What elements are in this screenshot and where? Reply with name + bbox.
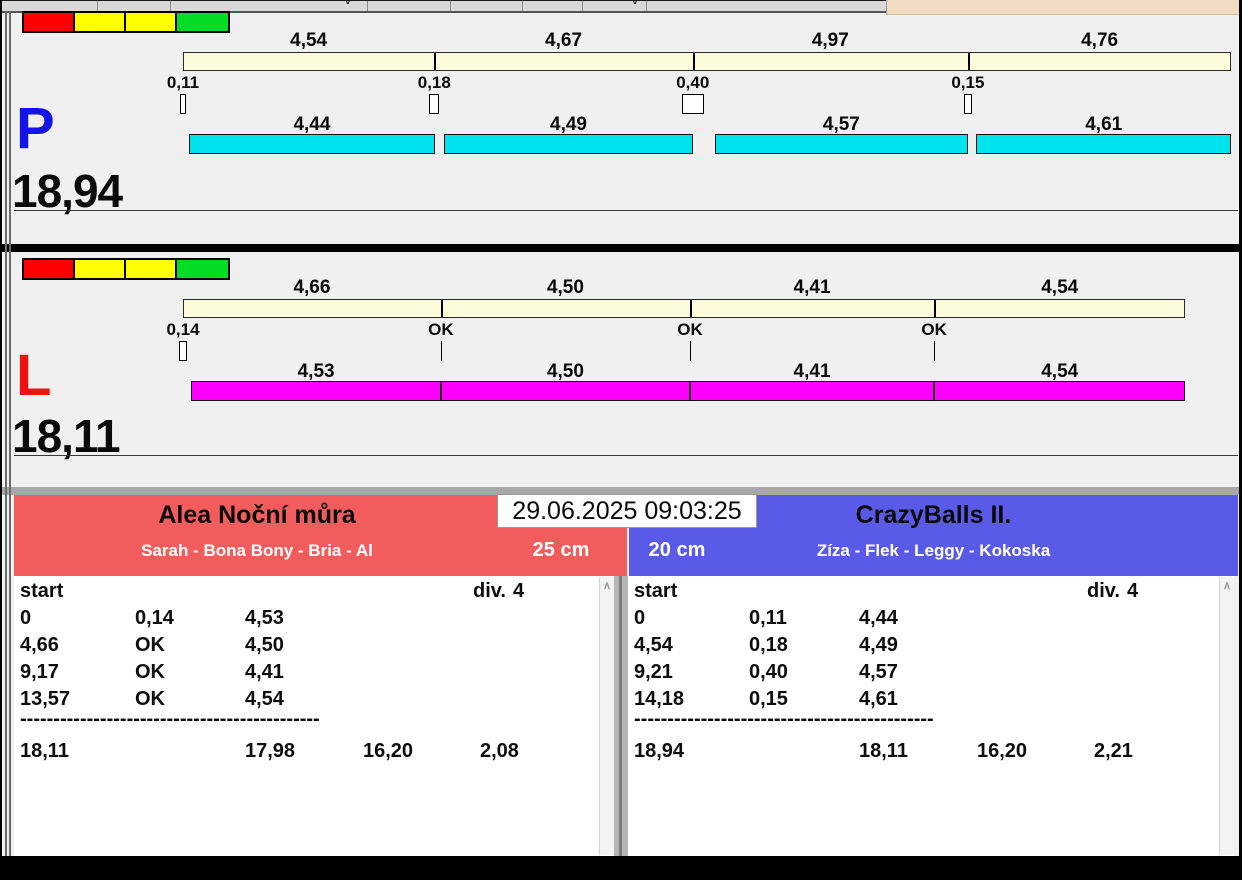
- table-cell: 0: [20, 607, 32, 629]
- table-cell: 4,57: [859, 661, 898, 683]
- bottom-bar: [0, 856, 1242, 880]
- table-row: 4,66 OK 4,50: [14, 632, 614, 659]
- lane-panel-left: L 18,11 4,66 4,50 4,41 4,54 0,14 OK OK OK 4,53 4,…: [0, 0, 1242, 495]
- total-diff: 2,21: [1094, 740, 1133, 762]
- scroll-up-icon[interactable]: ∧: [1220, 579, 1234, 592]
- total-time: 18,11: [20, 740, 69, 762]
- changeover-ok-tick: [690, 341, 691, 361]
- scrollbar[interactable]: ∧: [1219, 577, 1234, 855]
- table-cell: 0: [634, 607, 646, 629]
- scroll-up-icon[interactable]: ∧: [600, 579, 614, 592]
- total-diff: 2,08: [480, 740, 519, 762]
- split-time-label: 4,41: [793, 277, 831, 298]
- scrollbar[interactable]: ∧: [599, 577, 614, 855]
- total-alt-2: 16,20: [977, 740, 1028, 762]
- table-cell: 4,54: [634, 634, 673, 656]
- division-value: 4: [513, 580, 525, 602]
- table-cell: 4,49: [859, 634, 898, 656]
- lane-letter: L: [16, 343, 52, 408]
- changeover-time-label: 0,14: [166, 320, 200, 339]
- dog-time-label: 4,41: [793, 361, 831, 382]
- table-cell: 4,66: [20, 634, 59, 656]
- results-table-left: start div. 4 0 0,14 4,53 4,66 OK 4,50 9,17 OK 4,…: [14, 576, 614, 856]
- table-row: 0 0,11 4,44: [628, 605, 1234, 632]
- lane-total-time: 18,11: [12, 410, 121, 462]
- table-cell: 9,17: [20, 661, 59, 683]
- window-border: [0, 0, 2, 880]
- split-bar: [183, 299, 1186, 318]
- dog-time-bar: [440, 381, 690, 401]
- results-table-right: start div. 4 0 0,11 4,44 4,54 0,18 4,49 9,21 0,…: [628, 576, 1234, 856]
- dog-time-label: 4,50: [546, 361, 584, 382]
- split-time-label: 4,50: [546, 277, 584, 298]
- table-cell: 4,53: [245, 607, 284, 629]
- total-time: 18,94: [634, 740, 685, 762]
- table-totals-row: 18,11 17,98 16,20 2,08: [14, 738, 614, 765]
- split-bar-divider: [690, 300, 692, 317]
- table-cell: 9,21: [634, 661, 673, 683]
- changeover-time-label: OK: [921, 320, 947, 339]
- changeover-ok-tick: [934, 341, 936, 361]
- start-label: start: [20, 580, 64, 602]
- traffic-light-segment: [175, 258, 230, 280]
- table-divider-line: [619, 576, 622, 856]
- table-row: 9,21 0,40 4,57: [628, 659, 1234, 686]
- table-cell: 0,40: [749, 661, 788, 683]
- table-cell: 4,50: [245, 634, 284, 656]
- dog-time-bar: [190, 381, 442, 401]
- team-members: Sarah - Bona Bony - Bria - Al: [141, 541, 373, 560]
- table-cell: 0,18: [749, 634, 788, 656]
- table-header-row: start div. 4: [628, 578, 1234, 605]
- window-border: [5, 11, 7, 856]
- total-alt-2: 16,20: [363, 740, 414, 762]
- division-value: 4: [1127, 580, 1139, 602]
- table-cell: 0,11: [749, 607, 787, 629]
- dog-time-label: 4,54: [1041, 361, 1079, 382]
- division-label: div.: [1087, 580, 1120, 602]
- team-name: Alea Noční můra: [158, 501, 356, 529]
- changeover-time-label: OK: [428, 320, 454, 339]
- divider-line: [14, 455, 1238, 456]
- changeover-time-label: OK: [677, 320, 703, 339]
- changeover-gap-box: [179, 341, 187, 361]
- table-cell: 4,41: [245, 661, 284, 683]
- dog-time-label: 4,53: [297, 361, 335, 382]
- dog-time-bar: [934, 381, 1186, 401]
- table-row: 9,17 OK 4,41: [14, 659, 614, 686]
- split-bar-divider: [934, 300, 937, 317]
- table-row: 0 0,14 4,53: [14, 605, 614, 632]
- table-cell: OK: [135, 661, 165, 683]
- table-cell: 0,14: [135, 607, 174, 629]
- table-header-row: start div. 4: [14, 578, 614, 605]
- dog-time-bar: [690, 381, 935, 401]
- split-bar-divider: [440, 300, 443, 317]
- jump-height-label: 25 cm: [532, 539, 590, 561]
- flyball-timing-window: ˅ ˅ P 18,94 4,54 4,67 4,97 4,76 0,11 0,18 0,40…: [0, 0, 1242, 880]
- traffic-light-segment: [73, 258, 128, 280]
- split-time-label: 4,66: [293, 277, 331, 298]
- changeover-ok-tick: [440, 341, 442, 361]
- start-label: start: [634, 580, 678, 602]
- traffic-light-segment: [124, 258, 179, 280]
- table-row: 4,54 0,18 4,49: [628, 632, 1234, 659]
- table-separator: ----------------------------------------…: [634, 708, 934, 730]
- traffic-light-segment: [22, 258, 77, 280]
- jump-height-label: 20 cm: [648, 539, 706, 561]
- table-totals-row: 18,94 18,11 16,20 2,21: [628, 738, 1234, 765]
- window-border: [9, 11, 11, 856]
- table-separator: ----------------------------------------…: [20, 708, 320, 730]
- split-time-label: 4,54: [1041, 277, 1079, 298]
- total-alt-1: 17,98: [245, 740, 296, 762]
- timestamp: 29.06.2025 09:03:25: [497, 494, 757, 528]
- table-cell: OK: [135, 634, 165, 656]
- total-alt-1: 18,11: [859, 740, 908, 762]
- table-cell: 4,44: [859, 607, 898, 629]
- division-label: div.: [473, 580, 506, 602]
